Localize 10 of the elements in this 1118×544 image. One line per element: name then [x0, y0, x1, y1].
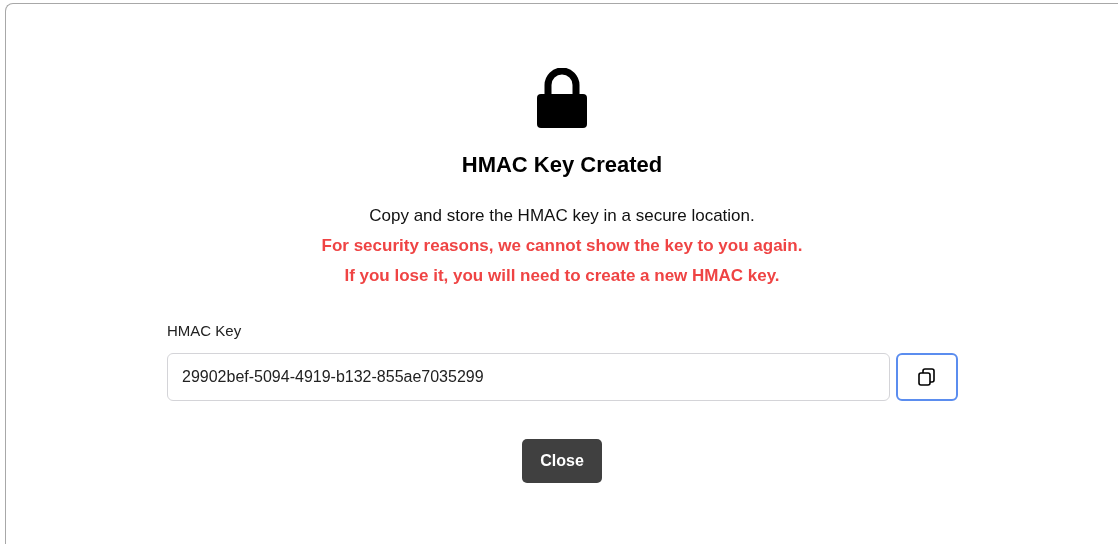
- warning-text: For security reasons, we cannot show the key to you again.: [321, 236, 803, 256]
- key-input-field[interactable]: 29902bef-5094-4919-b132-855ae7035299: [167, 353, 890, 401]
- close-button[interactable]: Close: [522, 439, 602, 483]
- field-label: HMAC Key: [167, 322, 243, 339]
- lock-icon: [537, 68, 587, 128]
- copy-button[interactable]: [896, 353, 958, 401]
- dialog-title: HMAC Key Created: [461, 152, 663, 178]
- warning-text: If you lose it, you will need to create a new HMAC key.: [344, 266, 780, 286]
- copy-icon: [917, 367, 937, 387]
- message-text: Copy and store the HMAC key in a secure location.: [369, 206, 755, 226]
